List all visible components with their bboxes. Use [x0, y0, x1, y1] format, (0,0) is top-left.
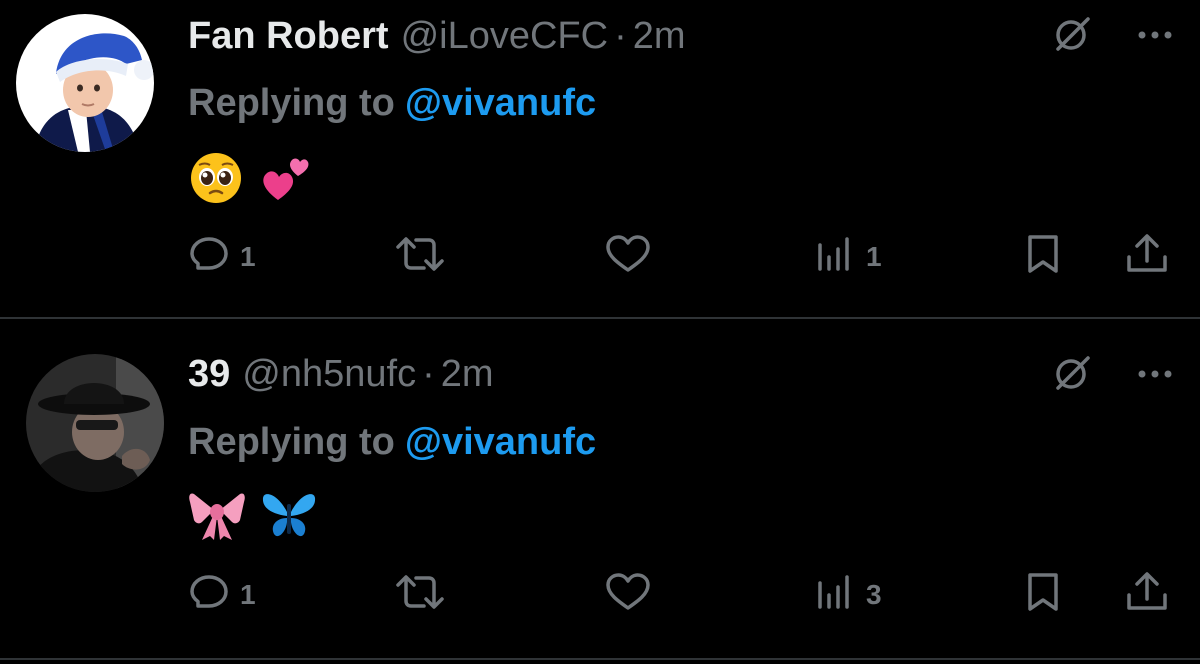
separator-dot: ·: [614, 15, 627, 57]
share-button[interactable]: [1124, 232, 1170, 282]
more-options-icon[interactable]: [1136, 367, 1174, 385]
tweet-actions: 1: [0, 232, 1200, 282]
heart-icon: [604, 571, 652, 620]
user-handle[interactable]: @iLoveCFC: [401, 13, 609, 59]
avatar[interactable]: [26, 354, 164, 492]
display-name[interactable]: 39: [188, 351, 230, 397]
replying-label: Replying to: [188, 421, 395, 463]
separator-dot: ·: [422, 353, 435, 395]
reply-button[interactable]: 1: [188, 570, 256, 620]
repost-button[interactable]: [392, 232, 448, 282]
replying-label: Replying to: [188, 82, 395, 124]
like-button[interactable]: [604, 570, 652, 620]
reply-icon: [188, 571, 230, 620]
repost-icon: [392, 571, 448, 620]
repost-icon: [392, 233, 448, 282]
share-button[interactable]: [1124, 570, 1170, 620]
share-icon: [1124, 571, 1170, 620]
view-count: 1: [866, 241, 882, 272]
share-icon: [1124, 233, 1170, 282]
tweet[interactable]: 39 @nh5nufc · 2m Replying to @vivanufc 1…: [0, 319, 1200, 660]
child-in-blue-hat-avatar: [16, 14, 154, 152]
two-hearts-emoji: [258, 150, 314, 211]
tweet-text: [188, 150, 314, 210]
views-button[interactable]: 3: [814, 570, 882, 620]
tweet-text: [188, 486, 318, 546]
avatar[interactable]: [16, 14, 154, 152]
bookmark-button[interactable]: [1022, 232, 1064, 282]
grok-icon[interactable]: [1052, 14, 1092, 59]
replying-handle-link[interactable]: @vivanufc: [405, 421, 596, 463]
replying-to: Replying to @vivanufc: [188, 419, 596, 465]
bookmark-icon: [1022, 571, 1064, 620]
more-options-icon[interactable]: [1136, 28, 1174, 46]
timestamp[interactable]: 2m: [441, 351, 494, 397]
replying-handle-link[interactable]: @vivanufc: [405, 82, 596, 124]
user-handle[interactable]: @nh5nufc: [242, 351, 416, 397]
view-count: 3: [866, 579, 882, 610]
views-chart-icon: [814, 571, 856, 620]
reply-count: 1: [240, 579, 256, 610]
grok-icon[interactable]: [1052, 353, 1092, 398]
butterfly-emoji: [260, 486, 318, 547]
display-name[interactable]: Fan Robert: [188, 13, 389, 59]
repost-button[interactable]: [392, 570, 448, 620]
man-in-black-hat-avatar: [26, 354, 164, 492]
timestamp[interactable]: 2m: [633, 13, 686, 59]
reply-button[interactable]: 1: [188, 232, 256, 282]
tweet[interactable]: Fan Robert @iLoveCFC · 2m Replying to @vi…: [0, 0, 1200, 319]
reply-icon: [188, 233, 230, 282]
heart-icon: [604, 233, 652, 282]
ribbon-emoji: [188, 486, 246, 547]
bookmark-button[interactable]: [1022, 570, 1064, 620]
bookmark-icon: [1022, 233, 1064, 282]
pleading-face-emoji: [188, 150, 244, 211]
tweet-actions: 1: [0, 570, 1200, 620]
views-button[interactable]: 1: [814, 232, 882, 282]
views-chart-icon: [814, 233, 856, 282]
like-button[interactable]: [604, 232, 652, 282]
reply-count: 1: [240, 241, 256, 272]
replying-to: Replying to @vivanufc: [188, 80, 596, 126]
